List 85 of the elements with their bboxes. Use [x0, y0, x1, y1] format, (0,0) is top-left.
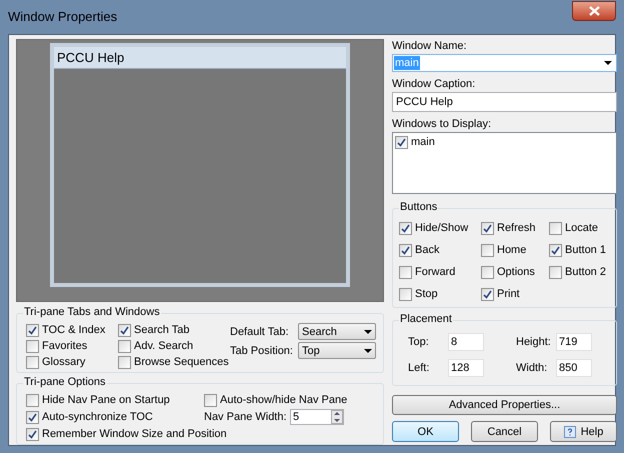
dropdown[interactable]: Top [298, 342, 376, 359]
dropdown-arrow-icon [604, 61, 612, 65]
checkbox-label: Remember Window Size and Position [42, 427, 227, 441]
checkbox-label: Back [415, 243, 440, 257]
checkbox[interactable] [118, 340, 131, 352]
checkbox[interactable] [26, 394, 39, 406]
placement-label: Top: [408, 335, 430, 349]
field-label: Windows to Display: [392, 117, 492, 131]
close-button[interactable] [572, 1, 616, 21]
checkbox-label: Adv. Search [134, 339, 194, 353]
checkbox[interactable] [549, 222, 562, 234]
checkbox[interactable] [395, 136, 408, 148]
field-label: Window Name: [392, 39, 468, 53]
checkbox[interactable] [118, 356, 131, 368]
checkbox-label: Forward [415, 265, 456, 279]
checkbox-label: Search Tab [134, 323, 190, 337]
checkbox-label: Favorites [42, 339, 88, 353]
checkbox-label: Hide Nav Pane on Startup [42, 393, 170, 407]
checkbox[interactable] [481, 266, 494, 278]
checkbox-label: main [411, 135, 435, 149]
placement-field[interactable]: 8 [448, 333, 484, 351]
checkbox[interactable] [549, 244, 562, 256]
checkbox-label: Browse Sequences [134, 355, 229, 369]
check-icon [401, 246, 410, 254]
checkbox[interactable] [399, 266, 412, 278]
check-icon [483, 224, 492, 232]
checkbox[interactable] [204, 394, 217, 406]
checkbox[interactable] [399, 244, 412, 256]
checkbox-label: TOC & Index [42, 323, 106, 337]
checkbox[interactable] [481, 244, 494, 256]
check-icon [397, 138, 406, 146]
dropdown[interactable]: Search [298, 323, 376, 340]
field-label: Window Caption: [392, 77, 476, 91]
checkbox[interactable] [399, 222, 412, 234]
checkbox-label: Button 1 [565, 243, 606, 257]
checkbox-label: Glossary [42, 355, 86, 369]
check-icon [120, 326, 129, 334]
checkbox[interactable] [26, 428, 39, 440]
checkbox[interactable] [118, 324, 131, 336]
dropdown-label: Default Tab: [230, 324, 290, 338]
advanced-properties-button[interactable]: Advanced Properties... [392, 395, 617, 415]
placement-label: Width: [516, 361, 548, 375]
placement-label: Left: [408, 361, 430, 375]
checkbox[interactable] [399, 288, 412, 300]
nav-pane-width-label: Nav Pane Width: [204, 410, 288, 424]
dialog-button[interactable]: Help [550, 421, 617, 442]
check-icon [551, 246, 560, 254]
dropdown-arrow-icon [364, 330, 372, 334]
group-title: Tri-pane Options [23, 375, 107, 389]
checkbox-label: Home [497, 243, 526, 257]
checkbox-label: Auto-synchronize TOC [42, 410, 153, 424]
check-icon [28, 326, 37, 334]
checkbox[interactable] [26, 410, 39, 424]
check-icon [401, 224, 410, 232]
checkbox-label: Print [497, 287, 520, 301]
checkbox-label: Options [497, 265, 535, 279]
check-icon [483, 290, 492, 298]
checkbox[interactable] [481, 288, 494, 300]
help-icon [564, 426, 576, 438]
checkbox-label: Refresh [497, 221, 536, 235]
placement-field[interactable]: 128 [448, 359, 484, 377]
placement-field[interactable]: 850 [556, 359, 592, 377]
dialog-button[interactable]: OK [392, 421, 459, 442]
window-caption-field[interactable]: PCCU Help [392, 92, 617, 112]
dropdown-label: Tab Position: [230, 344, 294, 358]
checkbox[interactable] [549, 266, 562, 278]
checkbox[interactable] [481, 222, 494, 234]
dropdown-arrow-icon [364, 348, 372, 352]
preview-caption: PCCU Help [57, 50, 124, 64]
group-title: Tri-pane Tabs and Windows [23, 305, 161, 319]
checkbox[interactable] [26, 356, 39, 368]
checkbox[interactable] [26, 340, 39, 352]
window-title: Window Properties [8, 10, 118, 24]
checkbox-label: Locate [565, 221, 598, 235]
close-icon [588, 6, 600, 16]
placement-field[interactable]: 719 [556, 333, 592, 351]
number-spinner[interactable]: 5 [290, 409, 344, 425]
checkbox-label: Button 2 [565, 265, 606, 279]
checkbox[interactable] [26, 324, 39, 336]
spinner-arrows-icon [331, 410, 343, 424]
checkbox-label: Hide/Show [415, 221, 468, 235]
checkbox-label: Stop [415, 287, 438, 301]
dialog-button[interactable]: Cancel [471, 421, 538, 442]
placement-label: Height: [516, 335, 552, 349]
checkbox-label: Auto-show/hide Nav Pane [220, 393, 348, 407]
